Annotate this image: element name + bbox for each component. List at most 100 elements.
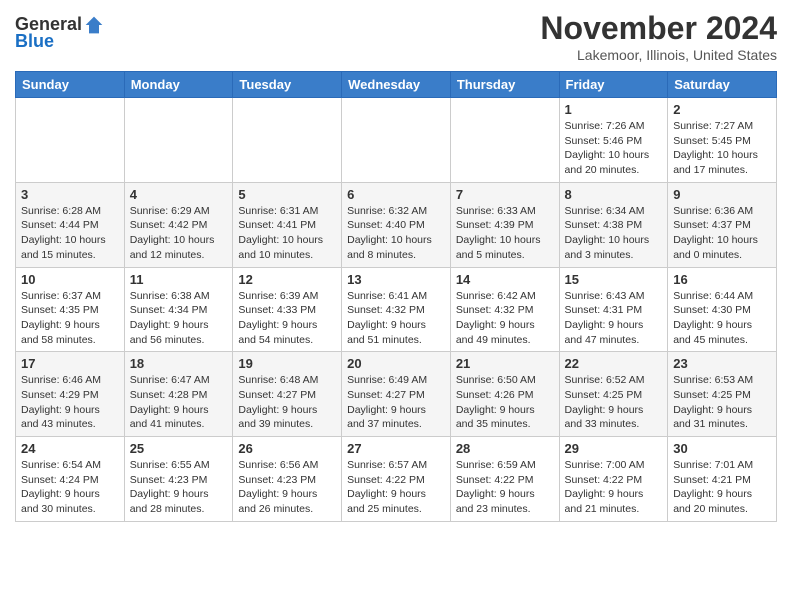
calendar-cell: 13Sunrise: 6:41 AM Sunset: 4:32 PM Dayli… (342, 267, 451, 352)
day-number: 25 (130, 441, 228, 456)
day-info: Sunrise: 6:53 AM Sunset: 4:25 PM Dayligh… (673, 373, 771, 432)
calendar-header-row: SundayMondayTuesdayWednesdayThursdayFrid… (16, 72, 777, 98)
day-info: Sunrise: 6:31 AM Sunset: 4:41 PM Dayligh… (238, 204, 336, 263)
day-info: Sunrise: 6:34 AM Sunset: 4:38 PM Dayligh… (565, 204, 663, 263)
calendar-cell: 14 Sunrise: 6:42 AM Sunset: 4:32 PM Dayli… (450, 267, 559, 352)
weekday-header-wednesday: Wednesday (342, 72, 451, 98)
day-info: Sunrise: 6:39 AM Sunset: 4:33 PM Dayligh… (238, 289, 336, 348)
weekday-header-friday: Friday (559, 72, 668, 98)
calendar-week-2: 3Sunrise: 6:28 AM Sunset: 4:44 PM Daylig… (16, 182, 777, 267)
calendar-cell: 5 Sunrise: 6:31 AM Sunset: 4:41 PM Daylig… (233, 182, 342, 267)
day-number: 27 (347, 441, 445, 456)
day-info: Sunrise: 6:38 AM Sunset: 4:34 PM Dayligh… (130, 289, 228, 348)
calendar-cell: 8 Sunrise: 6:34 AM Sunset: 4:38 PM Daylig… (559, 182, 668, 267)
day-number: 22 (565, 356, 663, 371)
day-number: 12 (238, 272, 336, 287)
title-block: November 2024 Lakemoor, Illinois, United… (540, 10, 777, 63)
header: General Blue November 2024 Lakemoor, Ill… (15, 10, 777, 63)
calendar-cell: 16Sunrise: 6:44 AM Sunset: 4:30 PM Dayli… (668, 267, 777, 352)
calendar-cell: 26 Sunrise: 6:56 AM Sunset: 4:23 PM Dayli… (233, 437, 342, 522)
calendar-cell: 17Sunrise: 6:46 AM Sunset: 4:29 PM Dayli… (16, 352, 125, 437)
weekday-header-thursday: Thursday (450, 72, 559, 98)
weekday-header-monday: Monday (124, 72, 233, 98)
day-info: Sunrise: 6:47 AM Sunset: 4:28 PM Dayligh… (130, 373, 228, 432)
day-number: 17 (21, 356, 119, 371)
calendar-cell: 3Sunrise: 6:28 AM Sunset: 4:44 PM Daylig… (16, 182, 125, 267)
calendar-cell: 21 Sunrise: 6:50 AM Sunset: 4:26 PM Dayli… (450, 352, 559, 437)
page: General Blue November 2024 Lakemoor, Ill… (0, 0, 792, 537)
day-number: 5 (238, 187, 336, 202)
day-number: 23 (673, 356, 771, 371)
calendar: SundayMondayTuesdayWednesdayThursdayFrid… (15, 71, 777, 522)
day-number: 10 (21, 272, 119, 287)
location: Lakemoor, Illinois, United States (540, 47, 777, 63)
day-number: 11 (130, 272, 228, 287)
day-number: 7 (456, 187, 554, 202)
calendar-cell: 29Sunrise: 7:00 AM Sunset: 4:22 PM Dayli… (559, 437, 668, 522)
calendar-cell: 9 Sunrise: 6:36 AM Sunset: 4:37 PM Daylig… (668, 182, 777, 267)
calendar-cell (233, 98, 342, 183)
calendar-cell: 24 Sunrise: 6:54 AM Sunset: 4:24 PM Dayli… (16, 437, 125, 522)
day-info: Sunrise: 7:27 AM Sunset: 5:45 PM Dayligh… (673, 119, 771, 178)
calendar-cell (450, 98, 559, 183)
calendar-cell: 2Sunrise: 7:27 AM Sunset: 5:45 PM Daylig… (668, 98, 777, 183)
day-number: 6 (347, 187, 445, 202)
day-number: 30 (673, 441, 771, 456)
day-info: Sunrise: 6:36 AM Sunset: 4:37 PM Dayligh… (673, 204, 771, 263)
day-number: 26 (238, 441, 336, 456)
month-title: November 2024 (540, 10, 777, 47)
calendar-week-3: 10 Sunrise: 6:37 AM Sunset: 4:35 PM Dayli… (16, 267, 777, 352)
calendar-cell: 18 Sunrise: 6:47 AM Sunset: 4:28 PM Dayli… (124, 352, 233, 437)
calendar-cell: 1 Sunrise: 7:26 AM Sunset: 5:46 PM Daylig… (559, 98, 668, 183)
weekday-header-sunday: Sunday (16, 72, 125, 98)
calendar-week-1: 1 Sunrise: 7:26 AM Sunset: 5:46 PM Daylig… (16, 98, 777, 183)
calendar-cell: 23 Sunrise: 6:53 AM Sunset: 4:25 PM Dayli… (668, 352, 777, 437)
day-info: Sunrise: 6:37 AM Sunset: 4:35 PM Dayligh… (21, 289, 119, 348)
calendar-cell (16, 98, 125, 183)
day-info: Sunrise: 6:55 AM Sunset: 4:23 PM Dayligh… (130, 458, 228, 517)
day-info: Sunrise: 7:26 AM Sunset: 5:46 PM Dayligh… (565, 119, 663, 178)
calendar-cell: 19 Sunrise: 6:48 AM Sunset: 4:27 PM Dayli… (233, 352, 342, 437)
day-number: 19 (238, 356, 336, 371)
calendar-cell: 28Sunrise: 6:59 AM Sunset: 4:22 PM Dayli… (450, 437, 559, 522)
day-info: Sunrise: 6:49 AM Sunset: 4:27 PM Dayligh… (347, 373, 445, 432)
day-info: Sunrise: 6:57 AM Sunset: 4:22 PM Dayligh… (347, 458, 445, 517)
day-number: 3 (21, 187, 119, 202)
day-info: Sunrise: 6:48 AM Sunset: 4:27 PM Dayligh… (238, 373, 336, 432)
day-info: Sunrise: 6:29 AM Sunset: 4:42 PM Dayligh… (130, 204, 228, 263)
day-info: Sunrise: 6:33 AM Sunset: 4:39 PM Dayligh… (456, 204, 554, 263)
day-number: 8 (565, 187, 663, 202)
calendar-cell: 20 Sunrise: 6:49 AM Sunset: 4:27 PM Dayli… (342, 352, 451, 437)
day-number: 18 (130, 356, 228, 371)
day-number: 21 (456, 356, 554, 371)
day-info: Sunrise: 6:54 AM Sunset: 4:24 PM Dayligh… (21, 458, 119, 517)
calendar-cell: 10 Sunrise: 6:37 AM Sunset: 4:35 PM Dayli… (16, 267, 125, 352)
day-info: Sunrise: 6:42 AM Sunset: 4:32 PM Dayligh… (456, 289, 554, 348)
day-info: Sunrise: 6:41 AM Sunset: 4:32 PM Dayligh… (347, 289, 445, 348)
day-number: 16 (673, 272, 771, 287)
calendar-cell: 6 Sunrise: 6:32 AM Sunset: 4:40 PM Daylig… (342, 182, 451, 267)
day-number: 20 (347, 356, 445, 371)
day-info: Sunrise: 6:59 AM Sunset: 4:22 PM Dayligh… (456, 458, 554, 517)
day-number: 15 (565, 272, 663, 287)
day-info: Sunrise: 6:50 AM Sunset: 4:26 PM Dayligh… (456, 373, 554, 432)
day-number: 29 (565, 441, 663, 456)
day-info: Sunrise: 7:01 AM Sunset: 4:21 PM Dayligh… (673, 458, 771, 517)
calendar-cell: 30 Sunrise: 7:01 AM Sunset: 4:21 PM Dayli… (668, 437, 777, 522)
calendar-cell: 22 Sunrise: 6:52 AM Sunset: 4:25 PM Dayli… (559, 352, 668, 437)
day-number: 1 (565, 102, 663, 117)
calendar-cell: 15Sunrise: 6:43 AM Sunset: 4:31 PM Dayli… (559, 267, 668, 352)
calendar-cell (342, 98, 451, 183)
day-info: Sunrise: 6:56 AM Sunset: 4:23 PM Dayligh… (238, 458, 336, 517)
day-info: Sunrise: 6:52 AM Sunset: 4:25 PM Dayligh… (565, 373, 663, 432)
day-number: 9 (673, 187, 771, 202)
calendar-cell: 7 Sunrise: 6:33 AM Sunset: 4:39 PM Daylig… (450, 182, 559, 267)
logo-blue-text: Blue (15, 31, 54, 52)
calendar-cell: 11 Sunrise: 6:38 AM Sunset: 4:34 PM Dayli… (124, 267, 233, 352)
day-number: 14 (456, 272, 554, 287)
calendar-week-4: 17Sunrise: 6:46 AM Sunset: 4:29 PM Dayli… (16, 352, 777, 437)
day-info: Sunrise: 6:32 AM Sunset: 4:40 PM Dayligh… (347, 204, 445, 263)
calendar-cell (124, 98, 233, 183)
calendar-cell: 25 Sunrise: 6:55 AM Sunset: 4:23 PM Dayli… (124, 437, 233, 522)
day-number: 24 (21, 441, 119, 456)
